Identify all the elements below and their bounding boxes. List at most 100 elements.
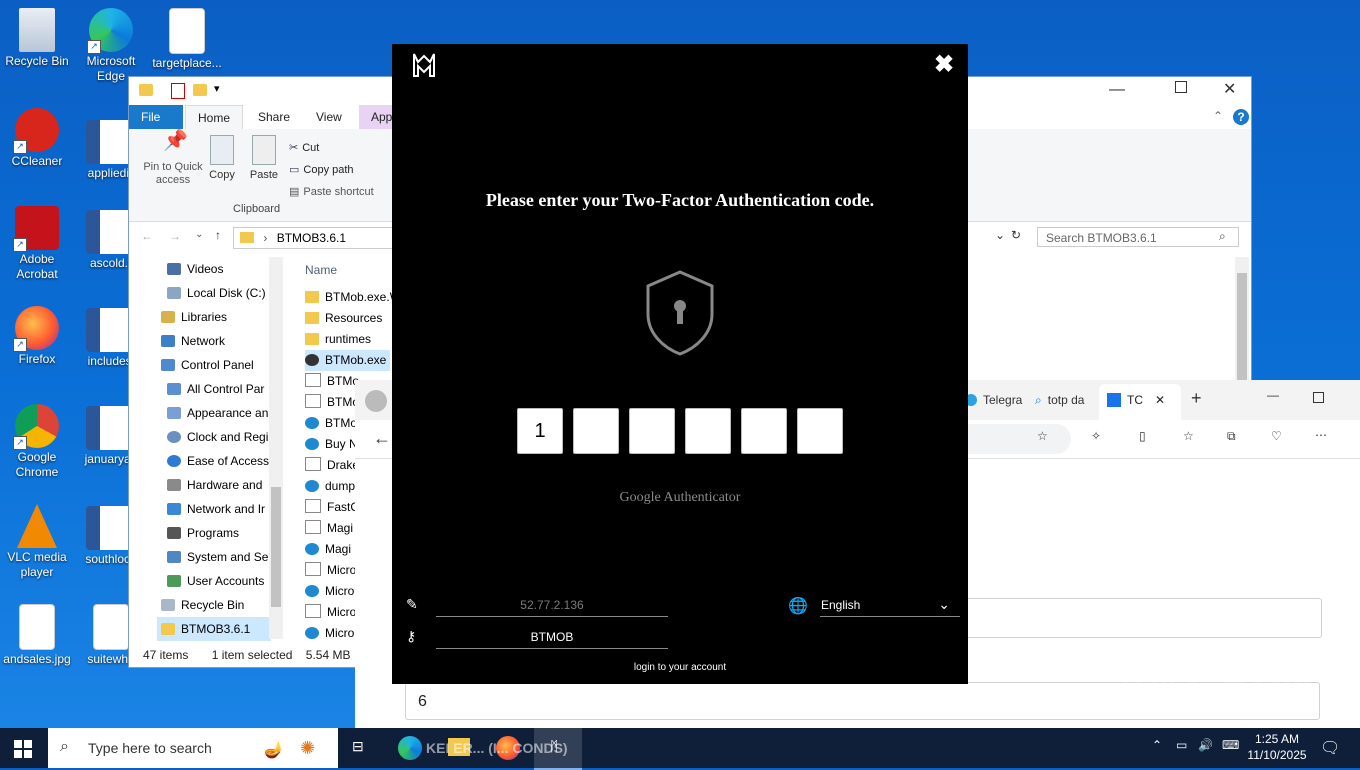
meet-now-icon[interactable]: ▭ — [1176, 738, 1187, 752]
edge-taskbar-icon[interactable] — [398, 736, 422, 760]
list-item[interactable]: BTMob.exe.W — [305, 287, 401, 308]
nav-item-network-internet[interactable]: Network and Ir — [167, 497, 265, 521]
list-item[interactable]: Micro — [305, 560, 356, 581]
file-list-scrollbar[interactable] — [1235, 257, 1249, 387]
list-item[interactable]: Micro — [305, 623, 354, 644]
desktop-icon-ccleaner[interactable]: ↗ CCleaner — [0, 108, 74, 169]
list-item[interactable]: Resources — [305, 308, 382, 329]
desktop-icon-targetplace[interactable]: targetplace... — [150, 8, 224, 71]
paste-shortcut-button[interactable]: ▤ Paste shortcut — [289, 181, 374, 203]
nav-item-hardware[interactable]: Hardware and — [167, 473, 262, 497]
list-item[interactable]: Micro — [305, 581, 354, 602]
desktop-icon-edge[interactable]: ↗ Microsoft Edge — [74, 8, 148, 84]
qat-dropdown-icon[interactable]: ▾ — [214, 82, 220, 95]
list-item[interactable]: Micro — [305, 602, 356, 623]
nav-item-recycle-bin[interactable]: Recycle Bin — [161, 593, 244, 617]
tab-file[interactable]: File — [129, 105, 183, 129]
nav-item-videos[interactable]: Videos — [167, 257, 223, 281]
nav-item-programs[interactable]: Programs — [167, 521, 239, 545]
split-screen-icon[interactable]: ▯ — [1139, 429, 1146, 443]
recent-dropdown-icon[interactable]: ⌄ — [195, 229, 203, 240]
desktop-icon-adobe-acrobat[interactable]: ↗ Adobe Acrobat — [0, 206, 74, 282]
cut-button[interactable]: ✂ Cut — [289, 137, 374, 159]
profile-icon[interactable] — [365, 390, 387, 412]
forward-icon[interactable]: → — [169, 229, 181, 243]
keyboard-icon[interactable]: ⌨ — [1222, 738, 1239, 752]
list-item[interactable]: BTMo — [305, 371, 359, 392]
desktop-icon-recycle-bin[interactable]: Recycle Bin — [0, 8, 74, 69]
code-digit-4[interactable] — [685, 408, 731, 454]
nav-item-system-security[interactable]: System and Se — [167, 545, 268, 569]
back-icon[interactable]: ← — [373, 428, 391, 449]
code-digit-6[interactable] — [797, 408, 843, 454]
maximize-button[interactable] — [1175, 81, 1187, 93]
key-input[interactable]: BTMOB — [436, 630, 668, 649]
login-button[interactable]: login to your account — [392, 662, 968, 673]
new-folder-icon[interactable] — [193, 84, 207, 96]
code-digit-2[interactable] — [573, 408, 619, 454]
taskbar-search[interactable]: ⌕ Type here to search 🪔 ✺ — [48, 728, 338, 768]
paste-button[interactable]: Paste — [249, 135, 279, 181]
close-tab-icon[interactable]: ✕ — [1155, 393, 1165, 407]
code-digit-1[interactable]: 1 — [517, 408, 563, 454]
nav-scrollbar-thumb[interactable] — [271, 487, 281, 607]
tab-totp[interactable]: ⌕ totp da — [1031, 386, 1097, 414]
maximize-button[interactable] — [1313, 392, 1324, 403]
nav-item-libraries[interactable]: Libraries — [161, 305, 227, 329]
tab-share[interactable]: Share — [246, 105, 302, 129]
nav-item-appearance[interactable]: Appearance an — [167, 401, 268, 425]
list-item[interactable]: BTMob.exe — [305, 350, 391, 371]
language-select[interactable]: English ⌄ — [820, 596, 960, 617]
code-digit-5[interactable] — [741, 408, 787, 454]
server-input[interactable]: 52.77.2.136 — [436, 598, 668, 617]
dialog-close-button[interactable]: ✖ — [934, 50, 954, 79]
close-button[interactable]: ✕ — [1223, 79, 1236, 99]
extensions-icon[interactable]: ✧ — [1091, 429, 1101, 443]
list-item[interactable]: BTMo — [305, 413, 357, 434]
list-item[interactable]: runtimes — [305, 329, 371, 350]
minimize-button[interactable]: — — [1267, 388, 1279, 402]
list-item[interactable]: Magi — [305, 518, 353, 539]
more-menu-icon[interactable]: ⋯ — [1315, 428, 1327, 442]
explorer-taskbar-icon[interactable] — [448, 738, 470, 756]
tab-telegram[interactable]: Telegra — [961, 386, 1031, 414]
column-header-name[interactable]: Name — [305, 263, 337, 277]
desktop-icon-andsales[interactable]: andsales.jpg — [0, 604, 74, 667]
favorites-icon[interactable]: ☆ — [1183, 429, 1194, 443]
search-input[interactable]: Search BTMOB3.6.1 — [1037, 227, 1239, 247]
collapse-ribbon-icon[interactable]: ⌃ — [1213, 109, 1223, 123]
nav-scrollbar[interactable] — [269, 257, 283, 639]
list-item[interactable]: Magi — [305, 539, 351, 560]
nav-item-ease-of-access[interactable]: Ease of Access — [167, 449, 269, 473]
back-icon[interactable]: ← — [141, 229, 153, 243]
code-digit-3[interactable] — [629, 408, 675, 454]
firefox-taskbar-icon[interactable] — [496, 736, 520, 760]
address-dropdown-icon[interactable]: ⌄ — [995, 228, 1005, 242]
tray-chevron-up-icon[interactable]: ⌃ — [1152, 738, 1162, 752]
clock[interactable]: 1:25 AM 11/10/2025 — [1246, 731, 1308, 763]
notifications-icon[interactable]: 🗨 — [1320, 738, 1340, 758]
list-item[interactable]: FastC — [305, 497, 359, 518]
tab-tc[interactable]: TC ✕ — [1099, 384, 1181, 420]
minimize-button[interactable]: — — [1109, 81, 1125, 99]
copy-button[interactable]: Copy — [207, 135, 237, 181]
nav-item-clock-region[interactable]: Clock and Regi — [167, 425, 268, 449]
list-item[interactable]: BTMo — [305, 392, 359, 413]
pin-quick-access-button[interactable]: 📌 Pin to Quick access — [135, 131, 211, 187]
address-bar[interactable]: › BTMOB3.6.1 — [233, 227, 393, 249]
nav-item-control-panel[interactable]: Control Panel — [161, 353, 254, 377]
up-icon[interactable]: ↑ — [215, 228, 221, 242]
help-icon[interactable]: ? — [1233, 109, 1249, 125]
start-button[interactable] — [14, 740, 32, 758]
favorite-star-icon[interactable]: ☆ — [1037, 429, 1048, 443]
desktop-icon-firefox[interactable]: ↗ Firefox — [0, 306, 74, 367]
refresh-icon[interactable]: ↻ — [1011, 228, 1021, 242]
desktop-icon-vlc[interactable]: VLC media player — [0, 504, 74, 580]
copy-path-button[interactable]: ▭ Copy path — [289, 159, 374, 181]
nav-item-network[interactable]: Network — [161, 329, 225, 353]
desktop-icon-chrome[interactable]: ↗ Google Chrome — [0, 404, 74, 480]
nav-item-all-control-panel[interactable]: All Control Par — [167, 377, 264, 401]
nav-item-local-disk[interactable]: Local Disk (C:) — [167, 281, 266, 305]
collections-icon[interactable]: ⧉ — [1227, 429, 1236, 444]
tab-view[interactable]: View — [304, 105, 354, 129]
